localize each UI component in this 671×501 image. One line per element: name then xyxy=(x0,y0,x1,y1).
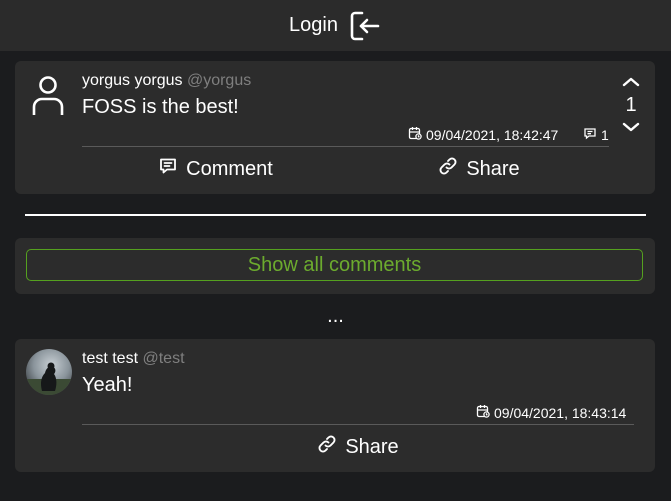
vote-widget: 1 xyxy=(621,75,641,134)
post-comment-count-meta: 1 xyxy=(583,126,609,143)
comment-avatar[interactable] xyxy=(26,349,72,395)
post-date-meta: 09/04/2021, 18:42:47 xyxy=(408,126,558,143)
share-button[interactable]: Share xyxy=(349,156,609,182)
comment-share-button[interactable]: Share xyxy=(82,434,634,460)
comment-date-meta: 09/04/2021, 18:43:14 xyxy=(476,404,626,421)
post-separator xyxy=(82,146,609,147)
login-icon[interactable] xyxy=(348,9,382,43)
comment-share-label: Share xyxy=(345,435,399,458)
comment-button-label: Comment xyxy=(186,157,273,180)
upvote-icon[interactable] xyxy=(621,75,641,89)
link-icon xyxy=(438,156,458,182)
comment-count-icon xyxy=(583,126,597,143)
comment-icon xyxy=(158,156,178,182)
calendar-icon xyxy=(408,126,422,143)
comment-actions: Share xyxy=(82,434,634,460)
post-comment-count: 1 xyxy=(601,126,609,143)
section-divider xyxy=(25,214,646,216)
top-bar: Login xyxy=(0,0,671,51)
post-author-line: yorgus yorgus @yorgus xyxy=(82,72,251,90)
comment-author-name[interactable]: test test xyxy=(82,350,138,367)
post-card: yorgus yorgus @yorgus FOSS is the best! … xyxy=(15,61,655,194)
login-label[interactable]: Login xyxy=(289,14,338,37)
show-all-comments-button[interactable]: Show all comments xyxy=(26,249,643,281)
user-avatar-icon[interactable] xyxy=(31,74,65,116)
vote-count: 1 xyxy=(625,94,637,116)
calendar-icon xyxy=(476,404,490,421)
comment-card: test test @test Yeah! 09/04/2021, 18:43:… xyxy=(15,339,655,472)
comment-date: 09/04/2021, 18:43:14 xyxy=(494,404,627,421)
post-text: FOSS is the best! xyxy=(82,96,239,118)
comment-author-line: test test @test xyxy=(82,350,185,368)
comment-button[interactable]: Comment xyxy=(82,156,349,182)
comment-text: Yeah! xyxy=(82,374,133,396)
share-button-label: Share xyxy=(466,157,520,180)
post-author-name[interactable]: yorgus yorgus xyxy=(82,72,183,89)
show-comments-card: Show all comments xyxy=(15,238,655,294)
more-comments-ellipsis: ... xyxy=(327,305,344,327)
comment-author-handle[interactable]: @test xyxy=(142,350,184,367)
comment-separator xyxy=(82,424,634,425)
link-icon xyxy=(317,434,337,460)
post-actions: Comment Share xyxy=(82,156,609,182)
downvote-icon[interactable] xyxy=(621,120,641,134)
post-author-handle[interactable]: @yorgus xyxy=(187,72,251,89)
post-date: 09/04/2021, 18:42:47 xyxy=(426,126,559,143)
